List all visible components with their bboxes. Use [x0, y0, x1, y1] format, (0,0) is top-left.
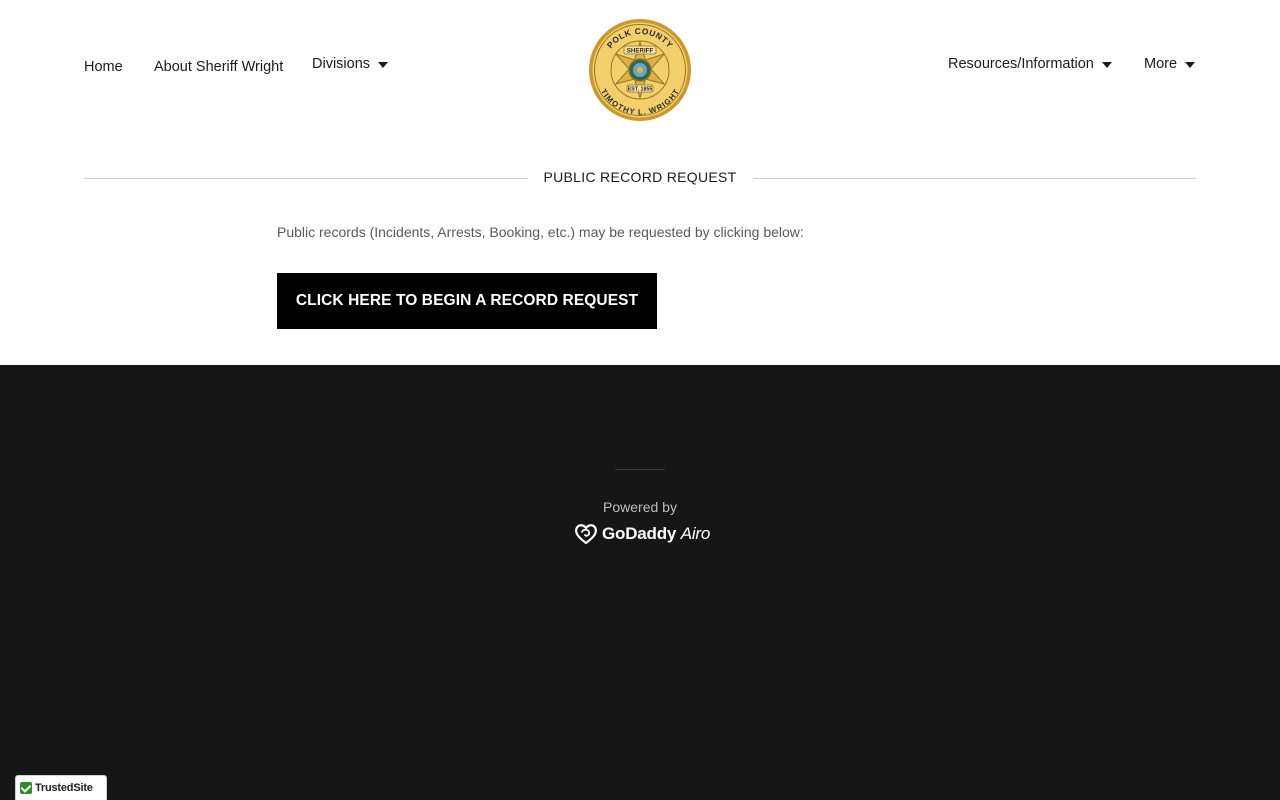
footer-divider: [615, 469, 665, 470]
godaddy-wordmark: GoDaddy Airo: [602, 524, 710, 544]
nav-divisions-dropdown[interactable]: Divisions: [312, 56, 389, 72]
sheriff-badge-logo[interactable]: SHERIFF EST. 1855 POLK COUNTY TIMOTHY L.…: [588, 18, 692, 122]
begin-record-request-button[interactable]: CLICK HERE TO BEGIN A RECORD REQUEST: [277, 273, 657, 329]
airo-brand-text: Airo: [680, 524, 711, 543]
trustedsite-label: TrustedSite: [35, 782, 93, 794]
nav-divisions-label: Divisions: [312, 56, 371, 72]
nav-more-dropdown[interactable]: More: [1144, 56, 1196, 72]
caret-down-icon: [1185, 62, 1196, 68]
site-footer: Powered by GoDaddy Airo: [0, 365, 1280, 800]
godaddy-heart-icon: [575, 524, 597, 545]
nav-more-label: More: [1144, 56, 1178, 72]
section-heading: PUBLIC RECORD REQUEST: [84, 166, 1196, 190]
logo-banner-text: SHERIFF: [627, 47, 654, 54]
powered-by-text: Powered by: [603, 499, 677, 515]
caret-down-icon: [378, 62, 389, 68]
record-request-description: Public records (Incidents, Arrests, Book…: [277, 224, 804, 240]
godaddy-brand-text: GoDaddy: [602, 524, 677, 543]
godaddy-airo-link[interactable]: GoDaddy Airo: [574, 522, 710, 546]
trustedsite-badge[interactable]: TrustedSite: [15, 775, 107, 800]
logo-est-text: EST. 1855: [628, 87, 653, 93]
nav-resources-dropdown[interactable]: Resources/Information: [948, 56, 1112, 72]
page-title: PUBLIC RECORD REQUEST: [84, 169, 1196, 185]
nav-resources-label: Resources/Information: [948, 56, 1094, 72]
caret-down-icon: [1101, 62, 1112, 68]
page-title-text: PUBLIC RECORD REQUEST: [527, 169, 753, 185]
site-header: Home About Sheriff Wright Divisions SHER…: [0, 0, 1280, 140]
nav-home-link[interactable]: Home: [84, 59, 123, 75]
check-icon: [20, 782, 32, 794]
nav-about-link[interactable]: About Sheriff Wright: [154, 59, 283, 75]
